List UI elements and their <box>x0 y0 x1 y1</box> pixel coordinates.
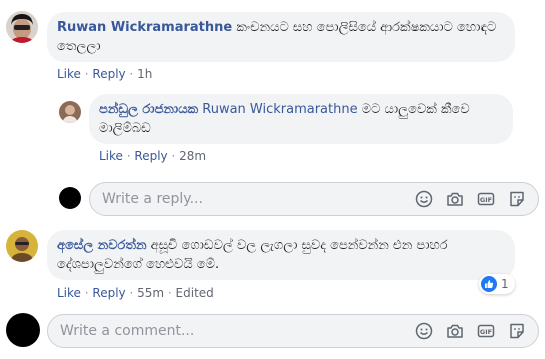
comment-author[interactable]: අසේල නවරත්න <box>57 238 147 253</box>
comment-actions: Like · Reply · 1h <box>57 67 153 81</box>
reply-input[interactable]: Write a reply... GIF <box>89 182 539 216</box>
comment-timestamp[interactable]: 1h <box>137 67 152 81</box>
comment-bubble: Ruwan Wickramarathne කංචනයට සහ පොලිසියේ … <box>47 12 515 62</box>
reply-actions: Like · Reply · 28m <box>99 149 207 163</box>
comment-timestamp[interactable]: 55m <box>137 286 164 300</box>
smiley-icon[interactable] <box>415 190 433 208</box>
reaction-summary[interactable]: 1 <box>479 274 515 294</box>
comment-author[interactable]: Ruwan Wickramarathne <box>57 20 232 35</box>
mention-tag[interactable]: Ruwan Wickramarathne <box>202 102 357 117</box>
comment-bubble: අසේල නවරත්න අසූචි ගොඩවල් වල ලැගලා සුවද ප… <box>47 230 515 280</box>
comment-actions: Like · Reply · 55m · Edited <box>57 286 214 300</box>
like-link[interactable]: Like <box>57 67 81 81</box>
current-user-avatar <box>59 187 81 209</box>
svg-text:GIF: GIF <box>480 196 492 204</box>
like-link[interactable]: Like <box>57 286 81 300</box>
camera-icon[interactable] <box>446 190 464 208</box>
sticker-icon[interactable] <box>508 190 526 208</box>
current-user-avatar <box>6 313 40 347</box>
reply-bubble: පන්ඩුල රාජනායක Ruwan Wickramarathne මට ය… <box>89 94 513 144</box>
smiley-icon[interactable] <box>415 322 433 340</box>
gif-icon[interactable]: GIF <box>477 190 495 208</box>
svg-text:GIF: GIF <box>480 328 492 336</box>
comment-input-placeholder: Write a comment... <box>60 323 195 339</box>
comment-author[interactable]: පන්ඩුල රාජනායක <box>99 102 198 117</box>
reply-link[interactable]: Reply <box>92 67 125 81</box>
avatar-asela[interactable] <box>6 230 38 262</box>
avatar-ruwan[interactable] <box>6 11 38 43</box>
avatar-pandula[interactable] <box>59 101 81 123</box>
like-reaction-icon <box>481 276 497 292</box>
reply-input-placeholder: Write a reply... <box>102 191 203 207</box>
comment-input[interactable]: Write a comment... GIF <box>47 314 539 348</box>
sticker-icon[interactable] <box>508 322 526 340</box>
like-link[interactable]: Like <box>99 149 123 163</box>
camera-icon[interactable] <box>446 322 464 340</box>
reply-link[interactable]: Reply <box>134 149 167 163</box>
gif-icon[interactable]: GIF <box>477 322 495 340</box>
reaction-count: 1 <box>501 277 509 291</box>
comment-timestamp[interactable]: 28m <box>179 149 206 163</box>
edited-label[interactable]: Edited <box>176 286 214 300</box>
reply-link[interactable]: Reply <box>92 286 125 300</box>
